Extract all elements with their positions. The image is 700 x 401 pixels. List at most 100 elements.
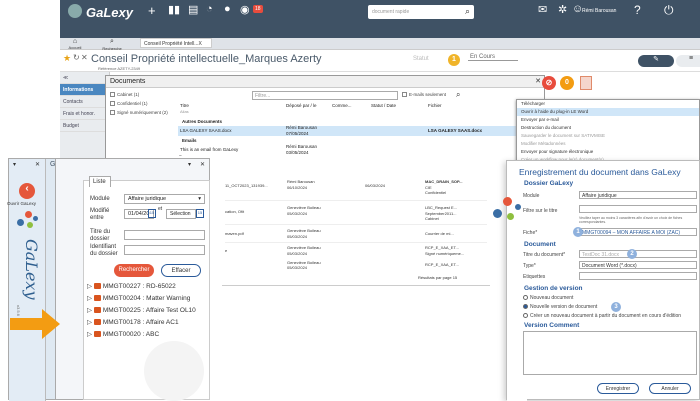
titre-input[interactable]: TestDoc 31.docx — [579, 250, 697, 258]
mail-icon[interactable]: ✉ — [538, 3, 547, 16]
type-select[interactable]: Document Word (*.docx) — [579, 261, 697, 269]
nav-contacts[interactable]: Contacts — [60, 96, 109, 108]
filtre-input[interactable] — [579, 205, 697, 213]
notification-badge[interactable]: 18 — [253, 5, 263, 13]
ouvrir-label[interactable]: Ouvrir GaLexy — [7, 201, 36, 206]
menu-item-email[interactable]: Envoyer par e-mail — [517, 116, 699, 124]
record-icon[interactable]: ◉ — [240, 3, 250, 16]
back-icon[interactable]: ‹ — [19, 183, 35, 199]
table-row[interactable]: e Geneviève Boileau 05/03/2024 RCP_E_XAA… — [225, 244, 487, 260]
col-comme[interactable]: Comme... — [332, 103, 352, 108]
selection-input[interactable]: Sélection — [166, 209, 196, 219]
filter-confidentiel[interactable]: Confidentiel (1) — [110, 101, 148, 107]
filter-cabinet[interactable]: Cabinet (1) — [110, 92, 139, 98]
save-button[interactable]: Enregistrer — [597, 383, 639, 394]
tree-item[interactable]: ▷ MMGT00020 : ABC — [87, 330, 207, 342]
filter-signe[interactable]: Signé numériquement (2) — [110, 110, 168, 116]
context-menu: Télécharger Ouvrir à l'aide du plug-in L… — [516, 99, 700, 167]
fiche-select[interactable]: MMGT00094 – MON AFFAIRE A MOI (ZAC) — [579, 228, 697, 236]
identifiant-input[interactable] — [124, 245, 205, 255]
col-depose[interactable]: Déposé par / le — [286, 103, 317, 108]
calendar-icon[interactable]: 15 — [196, 209, 204, 218]
add-icon[interactable]: + — [148, 3, 156, 18]
clear-button[interactable]: Effacer — [161, 264, 201, 277]
pagination-label[interactable]: Résultats par page 15 — [418, 275, 457, 280]
close-icon[interactable]: ✕ — [81, 53, 88, 62]
edit-button[interactable]: ✎ — [638, 55, 674, 67]
table-row[interactable]: cation, Ofit Geneviève Boileau 05/03/202… — [225, 203, 487, 225]
radio-nouvelle-version[interactable]: Nouvelle version de document — [523, 304, 597, 310]
pie-icon[interactable]: ◔ — [206, 3, 213, 15]
tree-list: ▷ MMGT00227 : RD-65022 ▷ MMGT00204 : Mat… — [87, 282, 207, 342]
close-icon[interactable]: ✕ — [535, 77, 541, 85]
table-row[interactable] — [178, 126, 544, 136]
table-row[interactable]: 11_OCT2023_131939... Rémi Barousan 06/10… — [225, 177, 487, 201]
etiquettes-select[interactable] — [579, 272, 697, 280]
step-badge: 2 — [627, 249, 637, 259]
modifie-label: Modifié entre — [90, 208, 110, 221]
chart-icon[interactable]: ▮▮ — [168, 3, 180, 16]
col-titre[interactable]: Titre — [180, 103, 189, 108]
et-label: et — [158, 206, 163, 212]
search-input[interactable]: document rapide ⌕ — [368, 5, 474, 19]
close-icon[interactable]: ✕ — [35, 161, 40, 168]
calendar-icon[interactable]: 15 — [148, 209, 156, 218]
globe-icon[interactable]: ● — [224, 3, 231, 15]
count-icon[interactable]: 0 — [560, 76, 574, 90]
menu-item-sauvegarder[interactable]: Sauvegarder le document sur SATIVMISE — [517, 132, 699, 140]
reference-label: Référence AZETY-2349 — [98, 66, 141, 71]
tree-item[interactable]: ▷ MMGT00227 : RD-65022 — [87, 282, 207, 294]
titre-input[interactable] — [124, 230, 205, 240]
menu-item-metadonnees[interactable]: Modifier Métadonnées — [517, 140, 699, 148]
col-fichier[interactable]: Fichier — [428, 103, 442, 108]
module-select[interactable]: Affaire juridique ▾ — [124, 194, 205, 204]
folder-icon — [93, 319, 101, 326]
menu-item-telecharger[interactable]: Télécharger — [517, 100, 699, 108]
filter-input[interactable]: Filtre... — [252, 91, 398, 100]
emails-only-toggle[interactable]: E-mails seulement — [402, 92, 446, 98]
status-select[interactable]: En Cours — [468, 54, 518, 61]
menu-item-signature[interactable]: Envoyer pour signature électronique — [517, 148, 699, 156]
chevron-down-icon[interactable]: ▾ — [13, 161, 16, 168]
expand-icon: ▷ — [87, 307, 94, 314]
menu-button[interactable]: ≡ — [676, 55, 700, 67]
nav-collapse[interactable]: ≪ — [60, 72, 109, 84]
search-icon[interactable]: ⌕ — [465, 6, 470, 17]
group-emails: Emails — [182, 138, 197, 143]
gear-icon[interactable]: ✲ — [558, 3, 567, 16]
radio-nouveau[interactable]: Nouveau document — [523, 295, 573, 301]
search-button[interactable]: Rechercher — [114, 264, 154, 277]
nav-frais[interactable]: Frais et honor. — [60, 108, 109, 120]
radio-creer[interactable]: Créer un nouveau document à partir du do… — [523, 313, 681, 319]
alert-icon[interactable]: ⊘ — [542, 76, 556, 90]
close-icon[interactable]: ✕ — [200, 161, 205, 168]
row-date: 03/05/2024 — [286, 150, 309, 155]
row-title[interactable]: This is an email from GaLexy — [180, 147, 238, 152]
power-icon[interactable]: ⏻ — [664, 3, 674, 18]
module-select[interactable]: Affaire juridique — [579, 191, 697, 199]
user-name[interactable]: Rémi Barousan — [582, 8, 616, 14]
col-statut[interactable]: Statut / Date — [371, 103, 396, 108]
nav-budget[interactable]: Budget — [60, 120, 109, 132]
chevron-down-icon[interactable]: ▾ — [188, 161, 191, 168]
star-icon[interactable]: ★ — [63, 53, 71, 64]
help-icon[interactable]: ? — [634, 3, 641, 17]
tree-item[interactable]: ▷ MMGT00225 : Affaire Test OL10 — [87, 306, 207, 318]
menu-item-ouvrir-word[interactable]: Ouvrir à l'aide du plug-in LE Word — [517, 108, 699, 116]
document-icon[interactable]: ▤ — [188, 3, 198, 16]
tree-item[interactable]: ▷ MMGT00204 : Matter Warning — [87, 294, 207, 306]
nav-informations[interactable]: Informations — [60, 84, 109, 96]
table-row[interactable]: maven.pdf Geneviève Boileau 05/03/2024 C… — [225, 227, 487, 243]
refresh-icon[interactable]: ↻ — [73, 53, 80, 62]
tab-conseil[interactable]: Conseil Propriété Intell...X — [140, 38, 212, 48]
cancel-button[interactable]: Annuler — [649, 383, 691, 394]
search-icon[interactable]: ⌕ — [456, 90, 460, 100]
home-button[interactable]: ⌂ Accueil — [64, 38, 86, 50]
doc-icon[interactable] — [580, 76, 592, 90]
row-file[interactable]: LSA GALEXY SAAS.docx — [428, 128, 482, 133]
table-row[interactable]: Geneviève Boileau 05/03/2024 RCP_E_XAA_E… — [225, 260, 487, 272]
tab-liste[interactable]: Liste — [89, 176, 111, 187]
menu-item-destruction[interactable]: Destruction du document — [517, 124, 699, 132]
comment-textarea[interactable] — [523, 331, 697, 375]
tree-item[interactable]: ▷ MMGT00178 : Affaire AC1 — [87, 318, 207, 330]
